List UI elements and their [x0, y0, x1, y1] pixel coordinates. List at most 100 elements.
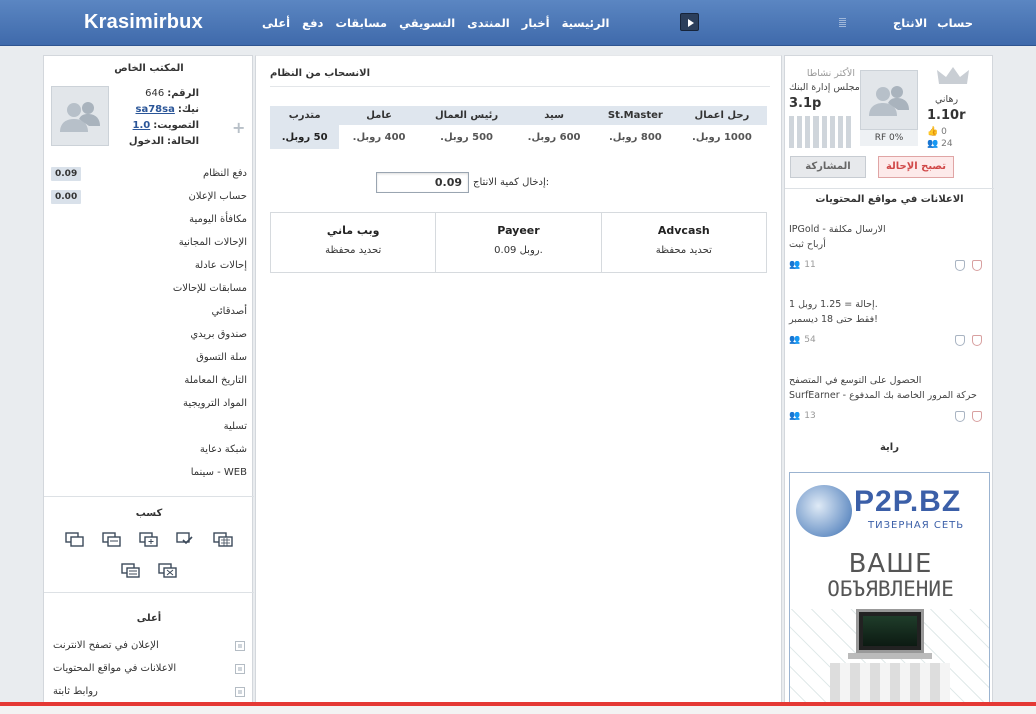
top-item[interactable]: الاعلانات في مواقع المحتويات [53, 657, 245, 680]
divider [270, 86, 770, 87]
table-icon[interactable] [212, 530, 234, 548]
expand-icon[interactable] [235, 686, 245, 697]
payment-name: Advcash [657, 224, 710, 237]
rank-price-current: 50 روبل. [270, 125, 340, 149]
nav-marketing[interactable]: التسويقي [399, 16, 455, 30]
rf-percent: RF 0% [860, 130, 918, 146]
sidebar-item[interactable]: الإحالات المجانية [51, 231, 247, 254]
rank-price: 800 روبل. [608, 131, 662, 143]
shield-icon[interactable] [955, 335, 965, 346]
banner-floor [830, 663, 950, 705]
add-task-icon[interactable] [138, 530, 160, 548]
people-icon: 👥 [789, 260, 801, 270]
sidebar-item[interactable]: التاريخ المعاملة [51, 369, 247, 392]
nav-home[interactable]: الرئيسية [562, 16, 610, 30]
expand-icon[interactable] [235, 663, 245, 674]
sidebar-item[interactable]: سينما - WEB [51, 461, 247, 484]
activity-bar [797, 116, 803, 148]
rank-header: رحل اعمال [676, 106, 767, 125]
id-label: الرقم: [167, 88, 199, 99]
production-link[interactable]: الانتاج [893, 16, 927, 30]
sidebar-item-label: مسابقات للإحالات [172, 283, 247, 294]
nav-contests[interactable]: مسابقات [335, 16, 387, 30]
nav-top[interactable]: أعلى [262, 16, 290, 30]
site-logo[interactable]: Krasimirbux [84, 11, 203, 34]
earn-title: كسب [135, 508, 163, 519]
cabinet-menu: 0.09 دفع النظام 0.00 حساب الإعلان مكافأة الي… [51, 162, 247, 484]
divider [44, 496, 254, 497]
ad-item[interactable]: IPGold - الارسال مكلفة أرباح ثبت 👥 11 [789, 222, 982, 273]
expand-icon[interactable] [235, 640, 245, 651]
main-nav: الرئيسية أخبار المنتدى التسويقي مسابقات … [262, 16, 609, 30]
account-link[interactable]: حساب [937, 16, 973, 30]
top-title: أعلى [136, 613, 162, 624]
likes-count: 0 [941, 127, 947, 137]
sidebar-item[interactable]: أصدقائي [51, 300, 247, 323]
paid-letters-icon[interactable] [101, 530, 123, 548]
check-task-icon[interactable] [175, 530, 197, 548]
ad-item[interactable]: الحصول على التوسع في المتصفح SurfEarner … [789, 373, 982, 424]
sidebar-item[interactable]: المواد الترويجية [51, 392, 247, 415]
sidebar-item[interactable]: 0.00 حساب الإعلان [51, 185, 247, 208]
tests-icon[interactable] [120, 561, 142, 579]
ad-item[interactable]: 1 إحالة = 1.25 روبل. فقط حتى 18 ديسمبر! … [789, 297, 982, 348]
status-value: الدخول [128, 136, 165, 147]
add-icon[interactable]: + [232, 118, 245, 137]
amount-input[interactable]: 0.09 [376, 172, 469, 193]
payment-value: تحديد محفظة [655, 245, 712, 256]
sidebar-item[interactable]: 0.09 دفع النظام [51, 162, 247, 185]
sidebar-item[interactable]: مكافأة اليومية [51, 208, 247, 231]
payment-advcash[interactable]: Advcash تحديد محفظة [602, 213, 766, 272]
activity-bars [789, 116, 851, 148]
laptop-image [856, 609, 924, 653]
amount-label: إدخال كمية الانتاج: [473, 177, 550, 188]
report-icon[interactable] [972, 335, 982, 346]
sidebar-item[interactable]: شبكة دعاية [51, 438, 247, 461]
ad-line2: أرباح ثبت [789, 239, 826, 250]
top-list: الإعلان في تصفح الانترنت الاعلانات في مو… [53, 634, 245, 703]
mail-icon[interactable] [157, 561, 179, 579]
top-item[interactable]: الإعلان في تصفح الانترنت [53, 634, 245, 657]
sidebar-item[interactable]: إحالات عادلة [51, 254, 247, 277]
top-item[interactable]: روابط ثابتة [53, 680, 245, 703]
sidebar-item-label: تسلية [223, 421, 247, 432]
sidebar-item[interactable]: سلة التسوق [51, 346, 247, 369]
user-avatar[interactable] [51, 86, 109, 146]
sidebar-item-label: المواد الترويجية [183, 398, 247, 409]
payment-name: Payeer [497, 224, 540, 237]
join-button[interactable]: المشاركة [790, 156, 866, 178]
surfing-icon[interactable] [64, 530, 86, 548]
ads-title: الاعلانات في مواقع المحتويات [815, 194, 964, 205]
cabinet-title: المكتب الخاص [114, 63, 184, 74]
ad-count: 11 [804, 260, 816, 270]
activity-bar [813, 116, 819, 148]
nav-news[interactable]: أخبار [522, 16, 550, 30]
referrer-avatar[interactable] [860, 70, 918, 130]
payment-payeer[interactable]: Payeer 0.09 روبل. [436, 213, 602, 272]
balance-badge: 0.09 [51, 166, 82, 181]
ad-count: 54 [804, 335, 816, 345]
main-content: الانسحاب من النظام رحل اعمال St.Master س… [255, 55, 782, 705]
sidebar-item[interactable]: تسلية [51, 415, 247, 438]
nav-pay[interactable]: دفع [302, 16, 323, 30]
play-icon[interactable] [680, 13, 699, 31]
activity-bar [837, 116, 843, 148]
crown-icon [937, 67, 969, 84]
bank-score: 3.1p [789, 96, 822, 111]
nick-value[interactable]: sa78sa [136, 102, 175, 118]
ad-line1: الحصول على التوسع في المتصفح [789, 375, 922, 386]
sidebar-item[interactable]: صندوق بريدي [51, 323, 247, 346]
vote-value[interactable]: 1.0 [133, 118, 151, 134]
become-referral-button[interactable]: تصبح الإحالة [878, 156, 954, 178]
report-icon[interactable] [972, 411, 982, 422]
rank-header: سيد [514, 106, 594, 125]
report-icon[interactable] [972, 260, 982, 271]
rank-header: St.Master [593, 106, 677, 125]
rank-header: عامل [339, 106, 419, 125]
nav-forum[interactable]: المنتدى [467, 16, 510, 30]
sidebar-item[interactable]: مسابقات للإحالات [51, 277, 247, 300]
shield-icon[interactable] [955, 411, 965, 422]
payment-webmoney[interactable]: وبب ماني تحديد محفظة [271, 213, 437, 272]
p2p-banner[interactable]: P2P.BZ ТИЗЕРНАЯ СЕТЬ ВАШЕ ОБЪЯВЛЕНИЕ [789, 472, 990, 706]
shield-icon[interactable] [955, 260, 965, 271]
